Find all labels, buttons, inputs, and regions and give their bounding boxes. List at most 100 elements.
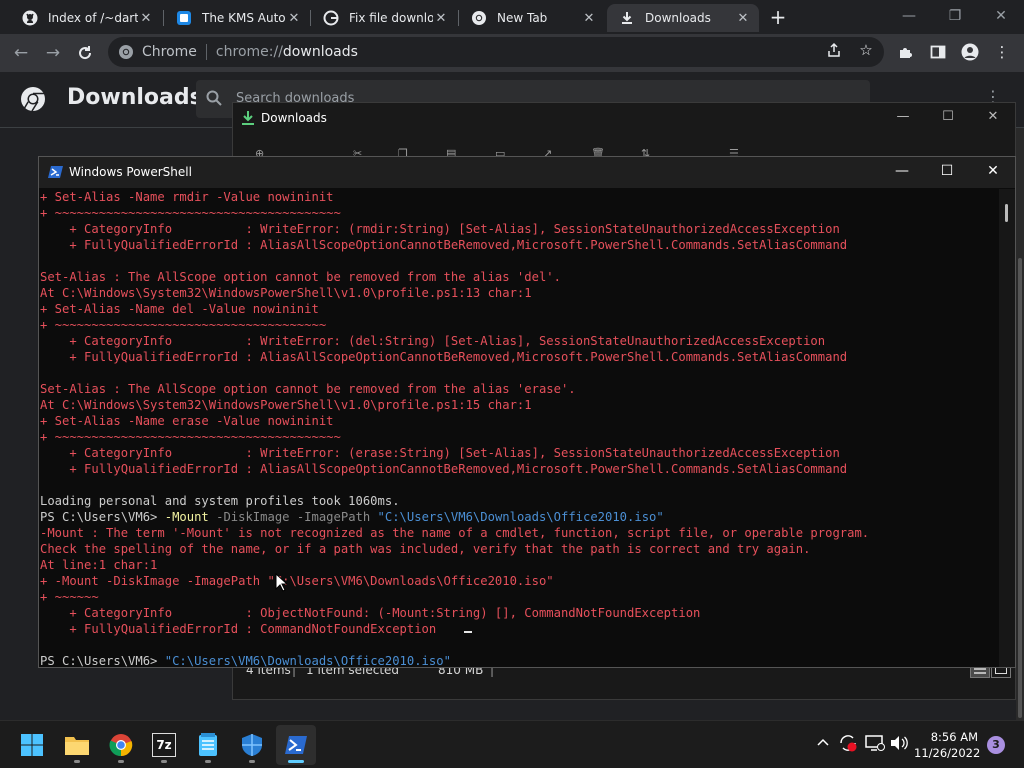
bookmark-star-icon[interactable]: ☆ [854, 38, 878, 62]
chrome-logo-icon [21, 87, 45, 112]
console-scrollbar[interactable] [999, 189, 1015, 667]
tab-new-tab[interactable]: New Tab ✕ [459, 4, 605, 32]
close-icon[interactable]: ✕ [286, 11, 302, 26]
console-line: PS C:\Users\VM6> "C:\Users\VM6\Downloads… [40, 653, 1000, 667]
tab-index-of-dartz[interactable]: Index of /~dartz ✕ [10, 4, 162, 32]
console-output[interactable]: + Set-Alias -Name rmdir -Value nowininit… [40, 189, 1000, 667]
reload-icon [79, 46, 92, 60]
shield-icon [242, 734, 262, 756]
chevron-up-icon[interactable] [816, 735, 830, 753]
close-icon[interactable]: ✕ [433, 11, 449, 26]
tab-title: New Tab [497, 11, 548, 25]
volume-icon[interactable] [890, 735, 908, 755]
console-line: + CategoryInfo : WriteError: (erase:Stri… [40, 445, 1000, 461]
address-bar[interactable]: Chrome chrome://downloads [108, 37, 884, 67]
profile-avatar-icon[interactable] [958, 40, 982, 64]
chrome-menu-icon[interactable]: ⋮ [990, 40, 1014, 64]
console-line: + FullyQualifiedErrorId : CommandNotFoun… [40, 621, 1000, 637]
console-line: At C:\Windows\System32\WindowsPowerShell… [40, 285, 1000, 301]
close-icon[interactable]: ✕ [581, 11, 597, 26]
console-text: + ~~~~~~~~~~~~~~~~~~~~~~~~~~~~~~~~~~~~~ [40, 318, 327, 332]
network-icon[interactable] [865, 735, 885, 755]
console-text: + FullyQualifiedErrorId : AliasAllScopeO… [40, 462, 848, 476]
console-line: Check the spelling of the name, or if a … [40, 541, 1000, 557]
file-explorer-app[interactable] [57, 725, 97, 765]
system-clock[interactable]: 8:56 AM 11/26/2022 [914, 729, 981, 761]
forward-button[interactable]: → [40, 40, 66, 66]
maximize-button[interactable]: ☐ [932, 163, 962, 179]
start-button[interactable] [12, 725, 52, 765]
minimize-button[interactable]: — [888, 109, 918, 124]
powershell-app[interactable] [276, 725, 316, 765]
github-icon [22, 10, 38, 26]
page-scrollbar[interactable] [1016, 128, 1024, 720]
maximize-button[interactable]: ☐ [933, 109, 963, 124]
console-line: + -Mount -DiskImage -ImagePath "C:\Users… [40, 573, 1000, 589]
tab-title: The KMS Auto N [202, 11, 286, 25]
search-icon [206, 90, 222, 106]
minimize-button[interactable]: — [887, 163, 917, 179]
url-host: downloads [282, 44, 358, 60]
console-text: PS C:\Users\VM6> [40, 654, 165, 667]
console-text: -Mount : The term '-Mount' is not recogn… [40, 526, 870, 540]
minimize-button[interactable]: — [886, 0, 932, 32]
active-indicator [288, 760, 304, 763]
notepad-app[interactable] [188, 725, 228, 765]
console-text: + ~~~~~~~~~~~~~~~~~~~~~~~~~~~~~~~~~~~~~~… [40, 206, 341, 220]
console-line: + FullyQualifiedErrorId : AliasAllScopeO… [40, 349, 1000, 365]
share-icon[interactable] [822, 38, 846, 62]
download-arrow-icon [242, 111, 254, 125]
scroll-thumb[interactable] [1018, 258, 1022, 718]
desktop: Index of /~dartz ✕ The KMS Auto N ✕ Fix … [0, 0, 1024, 768]
close-window-button[interactable]: ✕ [978, 109, 1008, 124]
console-text: + FullyQualifiedErrorId : AliasAllScopeO… [40, 350, 848, 364]
reload-button[interactable] [72, 40, 98, 66]
tab-downloads[interactable]: Downloads ✕ [607, 4, 759, 32]
powershell-window[interactable]: Windows PowerShell — ☐ ✕ + Set-Alias -Na… [38, 156, 1016, 668]
page-title: Downloads [67, 85, 203, 110]
tab-kms-auto[interactable]: The KMS Auto N ✕ [164, 4, 310, 32]
close-icon[interactable]: ✕ [735, 11, 751, 26]
console-line: + CategoryInfo : WriteError: (rmdir:Stri… [40, 221, 1000, 237]
side-panel-icon[interactable] [926, 40, 950, 64]
scroll-thumb[interactable] [1005, 204, 1008, 222]
chrome-tabstrip: Index of /~dartz ✕ The KMS Auto N ✕ Fix … [0, 0, 1024, 34]
7zip-app[interactable]: 7z [144, 725, 184, 765]
restore-button[interactable]: ❐ [932, 0, 978, 32]
console-line: -Mount : The term '-Mount' is not recogn… [40, 525, 1000, 541]
kms-icon [176, 10, 192, 26]
console-line: + ~~~~~~~~~~~~~~~~~~~~~~~~~~~~~~~~~~~~~~… [40, 205, 1000, 221]
tab-title: Downloads [645, 11, 711, 25]
text-cursor [464, 631, 472, 633]
running-indicator [118, 760, 124, 763]
new-tab-button[interactable]: + [767, 6, 789, 28]
notification-badge[interactable]: 3 [987, 736, 1005, 754]
tab-fix-file-download[interactable]: Fix file downloa ✕ [311, 4, 457, 32]
url-scheme: chrome:// [215, 44, 283, 60]
clock-date: 11/26/2022 [914, 746, 981, 760]
sync-error-icon[interactable] [838, 733, 858, 757]
close-window-button[interactable]: ✕ [978, 163, 1008, 179]
download-icon [619, 10, 635, 26]
console-text: + ~~~~~~~~~~~~~~~~~~~~~~~~~~~~~~~~~~~~~~… [40, 430, 341, 444]
console-text: + CategoryInfo : WriteError: (del:String… [40, 334, 826, 348]
console-text: + -Mount -DiskImage -ImagePath "C:\Users… [40, 574, 554, 588]
close-icon[interactable]: ✕ [138, 11, 154, 26]
chrome-app[interactable] [101, 725, 141, 765]
console-text: + Set-Alias -Name erase -Value nowininit [40, 414, 334, 428]
close-window-button[interactable]: ✕ [978, 0, 1024, 32]
back-button[interactable]: ← [8, 40, 34, 66]
console-line: + CategoryInfo : WriteError: (del:String… [40, 333, 1000, 349]
extensions-icon[interactable] [894, 40, 918, 64]
defender-app[interactable] [232, 725, 272, 765]
console-text: + Set-Alias -Name del -Value nowininit [40, 302, 319, 316]
window-title: Windows PowerShell [69, 165, 192, 179]
console-text: Check the spelling of the name, or if a … [40, 542, 811, 556]
mouse-pointer-icon [275, 573, 287, 592]
console-line: + FullyQualifiedErrorId : AliasAllScopeO… [40, 461, 1000, 477]
running-indicator [161, 760, 167, 763]
console-text: + FullyQualifiedErrorId : CommandNotFoun… [40, 622, 437, 636]
